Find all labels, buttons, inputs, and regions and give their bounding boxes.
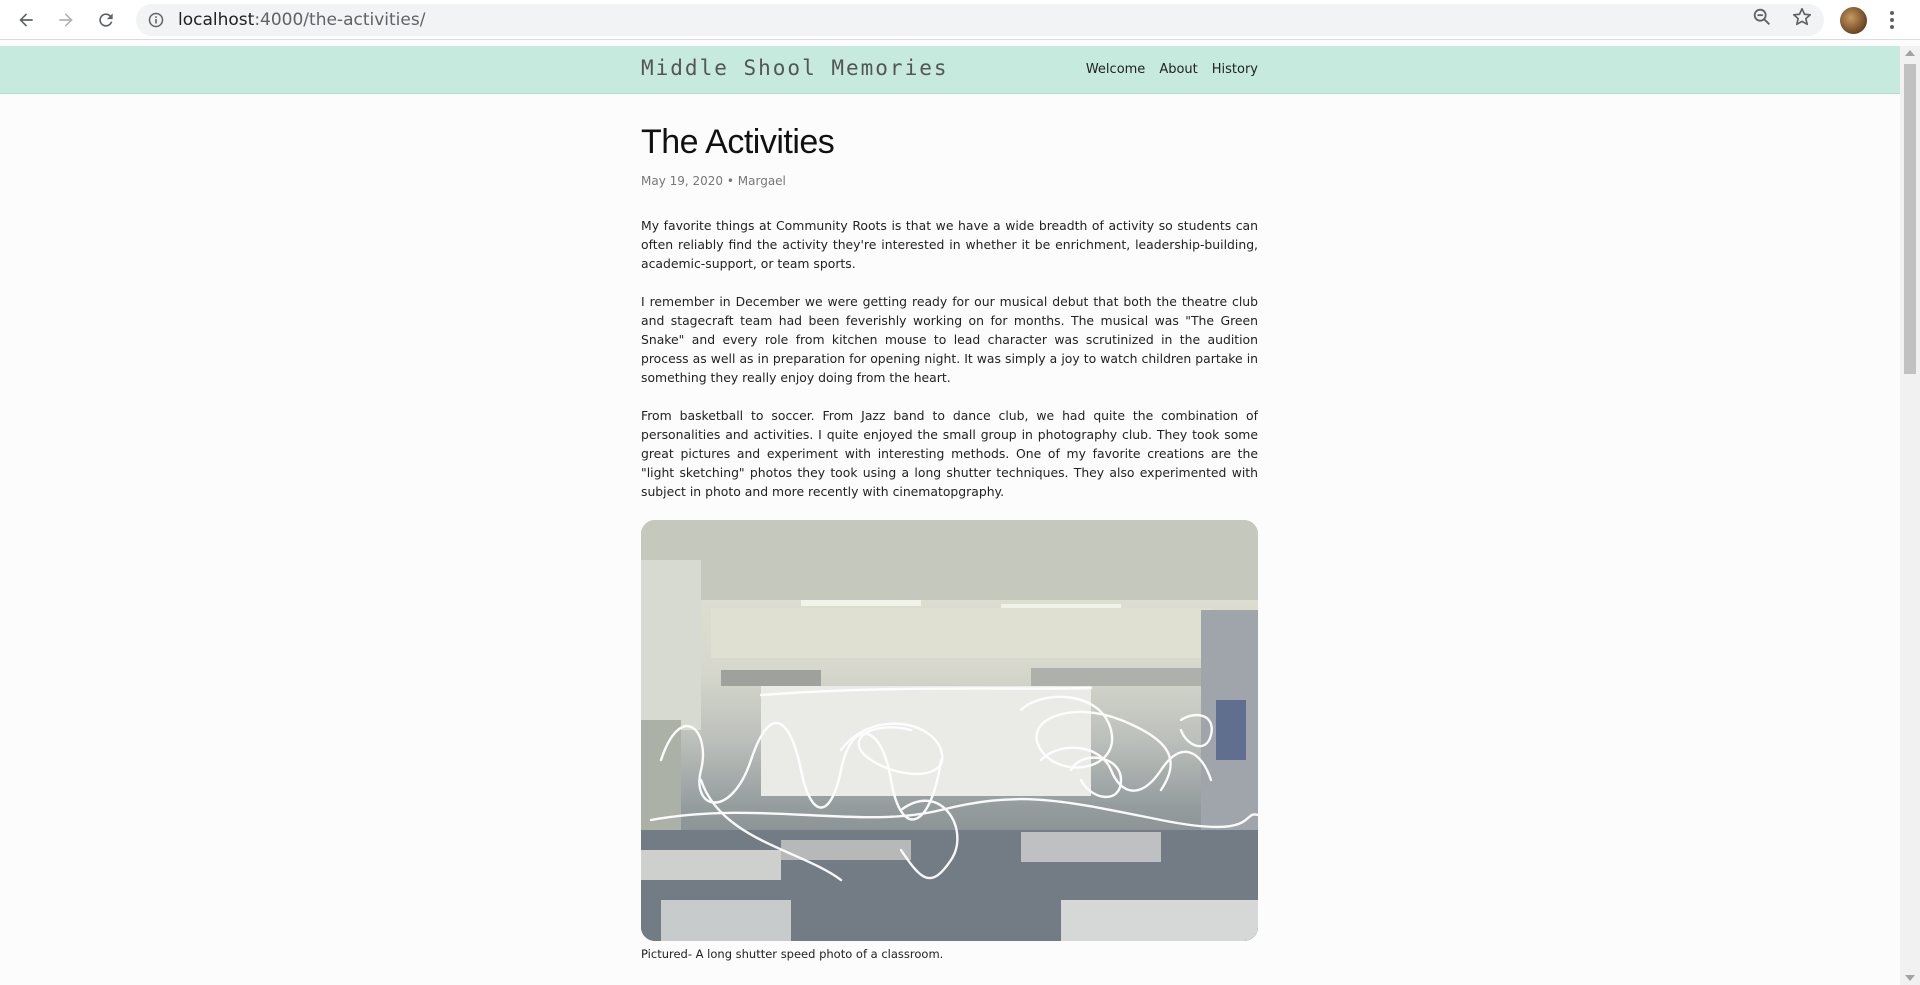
address-bar[interactable]: localhost:4000/the-activities/ bbox=[136, 4, 1824, 36]
info-icon[interactable] bbox=[148, 12, 164, 28]
page-viewport: Middle Shool Memories Welcome About Hist… bbox=[0, 46, 1900, 985]
scroll-up-icon[interactable] bbox=[1905, 50, 1915, 56]
nav-about[interactable]: About bbox=[1159, 62, 1197, 77]
url-text[interactable]: localhost:4000/the-activities/ bbox=[178, 10, 425, 30]
site-nav: Welcome About History bbox=[1086, 62, 1258, 77]
post-meta: May 19, 2020 • Margael bbox=[641, 174, 786, 188]
site-title[interactable]: Middle Shool Memories bbox=[641, 56, 949, 80]
scrollbar-thumb[interactable] bbox=[1904, 64, 1916, 374]
scroll-down-icon[interactable] bbox=[1905, 975, 1915, 981]
back-icon[interactable] bbox=[12, 6, 40, 34]
site-header: Middle Shool Memories Welcome About Hist… bbox=[0, 46, 1900, 94]
star-icon[interactable] bbox=[1791, 6, 1813, 28]
reload-icon[interactable] bbox=[92, 6, 120, 34]
browser-toolbar: localhost:4000/the-activities/ bbox=[0, 0, 1920, 40]
avatar[interactable] bbox=[1840, 7, 1867, 34]
post-body: My favorite things at Community Roots is… bbox=[641, 216, 1258, 501]
classroom-light-sketch-photo bbox=[641, 520, 1258, 941]
menu-kebab-icon[interactable] bbox=[1882, 8, 1902, 32]
paragraph: From basketball to soccer. From Jazz ban… bbox=[641, 408, 1258, 499]
post: The Activities May 19, 2020 • Margael My… bbox=[641, 120, 1258, 961]
forward-icon[interactable] bbox=[52, 6, 80, 34]
paragraph: My favorite things at Community Roots is… bbox=[641, 218, 1258, 271]
scrollbar[interactable] bbox=[1900, 46, 1920, 985]
nav-history[interactable]: History bbox=[1212, 62, 1258, 77]
paragraph: I remember in December we were getting r… bbox=[641, 294, 1258, 385]
photo-caption: Pictured- A long shutter speed photo of … bbox=[641, 947, 944, 961]
nav-welcome[interactable]: Welcome bbox=[1086, 62, 1145, 77]
page-title: The Activities bbox=[641, 123, 835, 161]
zoom-icon[interactable] bbox=[1751, 6, 1773, 28]
